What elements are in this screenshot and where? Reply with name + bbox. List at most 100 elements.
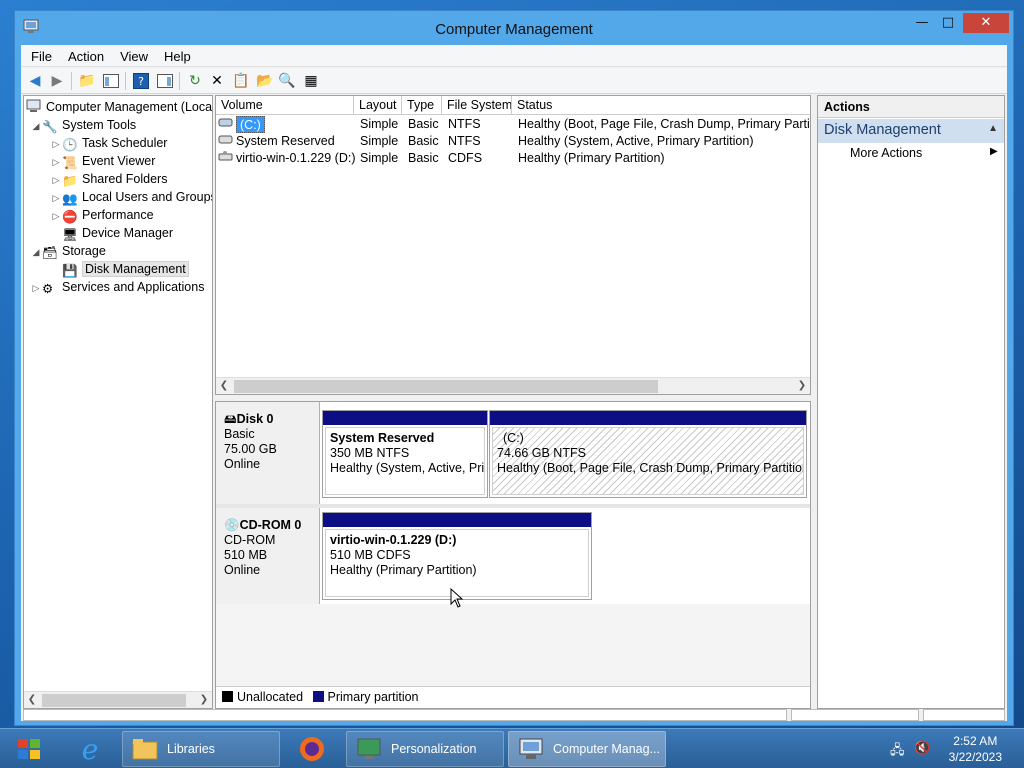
primary-swatch <box>312 691 324 702</box>
disk-state: Online <box>224 563 261 577</box>
expand-arrow-icon[interactable]: ▷ <box>50 171 62 189</box>
tree-item-event-viewer[interactable]: ▷ 📜 Event Viewer <box>50 152 156 171</box>
taskbar-libraries[interactable]: Libraries <box>122 731 280 767</box>
status-bar <box>21 709 1007 721</box>
tree-item-performance[interactable]: ▷ ⛔ Performance <box>50 206 154 224</box>
partition-c[interactable]: (C:) 74.66 GB NTFS Healthy (Boot, Page F… <box>489 410 807 498</box>
tree-item-storage[interactable]: ◢ 🗃 Storage <box>30 242 106 260</box>
event-viewer-icon: 📜 <box>62 156 78 170</box>
tree-item-root[interactable]: Computer Management (Local <box>26 98 212 116</box>
expand-arrow-icon[interactable]: ▷ <box>30 279 42 297</box>
primary-partition-bar <box>490 411 806 425</box>
network-icon[interactable]: 🖧 <box>890 741 906 758</box>
show-hide-action-pane-icon[interactable] <box>155 71 175 91</box>
performance-icon: ⛔ <box>62 210 78 224</box>
menu-help[interactable]: Help <box>154 45 197 64</box>
firefox-icon[interactable] <box>290 733 334 765</box>
client-area: File Action View Help ◀ ▶ 📁 ? ↻ ✕ 📋 📂 🔍 ▦ C… <box>21 45 1007 721</box>
disk-size: 510 MB <box>224 548 268 562</box>
tree-item-disk-management[interactable]: 💾 Disk Management <box>62 260 189 278</box>
taskbar-computer-management[interactable]: Computer Manag... <box>508 731 666 767</box>
clock[interactable]: 2:52 AM 3/22/2023 <box>949 733 1002 765</box>
scroll-right-icon[interactable]: ❯ <box>196 692 212 708</box>
properties-icon[interactable]: 📋 <box>231 71 251 91</box>
partition-name: virtio-win-0.1.229 (D:) <box>330 533 457 547</box>
minimize-button[interactable]: — <box>909 13 935 33</box>
scroll-left-icon[interactable]: ❮ <box>216 378 232 395</box>
scroll-left-icon[interactable]: ❮ <box>24 692 40 708</box>
clock-time: 2:52 AM <box>953 734 998 748</box>
refresh-icon[interactable]: ↻ <box>185 71 205 91</box>
more-actions-item[interactable]: More Actions ▶ <box>850 146 998 160</box>
legend: Unallocated Primary partition <box>216 686 810 708</box>
tree-item-services-applications[interactable]: ▷ ⚙ Services and Applications <box>30 278 205 297</box>
volume-muted-icon[interactable]: 🔇 <box>914 741 930 757</box>
disk-type: CD-ROM <box>224 533 276 547</box>
collapse-up-icon[interactable]: ▲ <box>988 123 998 134</box>
disk-name: Disk 0 <box>236 412 274 426</box>
disk-list-icon[interactable]: ▦ <box>301 71 321 91</box>
volume-file-system: NTFS <box>448 134 481 148</box>
internet-explorer-icon[interactable]: e <box>68 733 112 766</box>
expand-arrow-icon[interactable]: ▷ <box>50 135 62 153</box>
toolbar: ◀ ▶ 📁 ? ↻ ✕ 📋 📂 🔍 ▦ <box>21 68 1007 94</box>
volume-type: Basic <box>408 151 439 165</box>
tree-item-task-scheduler[interactable]: ▷ 🕒 Task Scheduler <box>50 134 168 153</box>
menu-action[interactable]: Action <box>58 45 110 64</box>
list-horizontal-scrollbar[interactable]: ❮ ❯ <box>216 377 810 394</box>
partition-name: System Reserved <box>330 431 435 445</box>
tree-item-system-tools[interactable]: ◢ 🔧 System Tools <box>30 116 137 135</box>
tree-item-shared-folders[interactable]: ▷ 📁 Shared Folders <box>50 170 168 189</box>
column-header-type[interactable]: Type <box>402 96 442 115</box>
partition-system-reserved[interactable]: System Reserved 350 MB NTFS Healthy (Sys… <box>322 410 488 498</box>
expand-arrow-icon[interactable]: ▷ <box>50 153 62 171</box>
maximize-button[interactable]: □ <box>935 13 961 33</box>
volume-name: virtio-win-0.1.229 (D:) <box>236 151 356 165</box>
partition-status: Healthy (Boot, Page File, Crash Dump, Pr… <box>497 461 804 475</box>
scroll-thumb[interactable] <box>42 694 186 707</box>
close-button[interactable]: ✕ <box>963 13 1009 33</box>
tree-item-device-manager[interactable]: 🖥 Device Manager <box>62 224 173 242</box>
volume-type: Basic <box>408 134 439 148</box>
taskbar-personalization[interactable]: Personalization <box>346 731 504 767</box>
title-bar[interactable]: Computer Management — □ ✕ <box>15 11 1013 47</box>
expand-arrow-icon[interactable]: ▷ <box>50 189 62 207</box>
disk-0-label[interactable]: 🖴Disk 0 Basic 75.00 GB Online <box>216 402 320 504</box>
partition-d[interactable]: virtio-win-0.1.229 (D:) 510 MB CDFS Heal… <box>322 512 592 600</box>
actions-section-disk-management[interactable]: Disk Management ▲ <box>818 119 1004 143</box>
tree-item-local-users[interactable]: ▷ 👥 Local Users and Groups <box>50 188 212 207</box>
menu-view[interactable]: View <box>110 45 154 64</box>
partition-size: 74.66 GB NTFS <box>497 446 586 460</box>
open-icon[interactable]: 📂 <box>255 71 275 91</box>
help-icon[interactable]: ? <box>131 71 151 91</box>
column-header-file-system[interactable]: File System <box>442 96 512 115</box>
personalization-icon <box>355 736 383 762</box>
back-icon[interactable]: ◀ <box>25 71 45 91</box>
column-header-status[interactable]: Status <box>512 96 810 115</box>
up-folder-icon[interactable]: 📁 <box>77 71 97 91</box>
collapse-arrow-icon[interactable]: ◢ <box>30 243 42 261</box>
collapse-arrow-icon[interactable]: ◢ <box>30 117 42 135</box>
clock-icon: 🕒 <box>62 138 78 152</box>
column-header-volume[interactable]: Volume <box>216 96 354 115</box>
delete-icon[interactable]: ✕ <box>207 71 227 91</box>
tree-horizontal-scrollbar[interactable]: ❮ ❯ <box>24 691 212 708</box>
disk-type: Basic <box>224 427 255 441</box>
menu-file[interactable]: File <box>21 45 58 64</box>
partition-status: Healthy (Primary Partition) <box>330 563 477 577</box>
partition-status: Healthy (System, Active, Prin <box>330 461 485 475</box>
expand-arrow-icon[interactable]: ▷ <box>50 207 62 225</box>
scroll-thumb[interactable] <box>234 380 658 393</box>
services-icon: ⚙ <box>42 282 54 296</box>
disk-name: CD-ROM 0 <box>239 518 302 532</box>
start-button[interactable] <box>4 731 56 767</box>
cdrom-0-label[interactable]: 💿CD-ROM 0 CD-ROM 510 MB Online <box>216 508 320 604</box>
legend-primary: Primary partition <box>327 690 419 704</box>
drive-icon <box>218 116 234 133</box>
partition-size: 510 MB CDFS <box>330 548 411 562</box>
forward-icon[interactable]: ▶ <box>47 71 67 91</box>
search-icon[interactable]: 🔍 <box>277 71 297 91</box>
scroll-right-icon[interactable]: ❯ <box>794 378 810 395</box>
show-hide-tree-icon[interactable] <box>101 71 121 91</box>
column-header-layout[interactable]: Layout <box>354 96 402 115</box>
